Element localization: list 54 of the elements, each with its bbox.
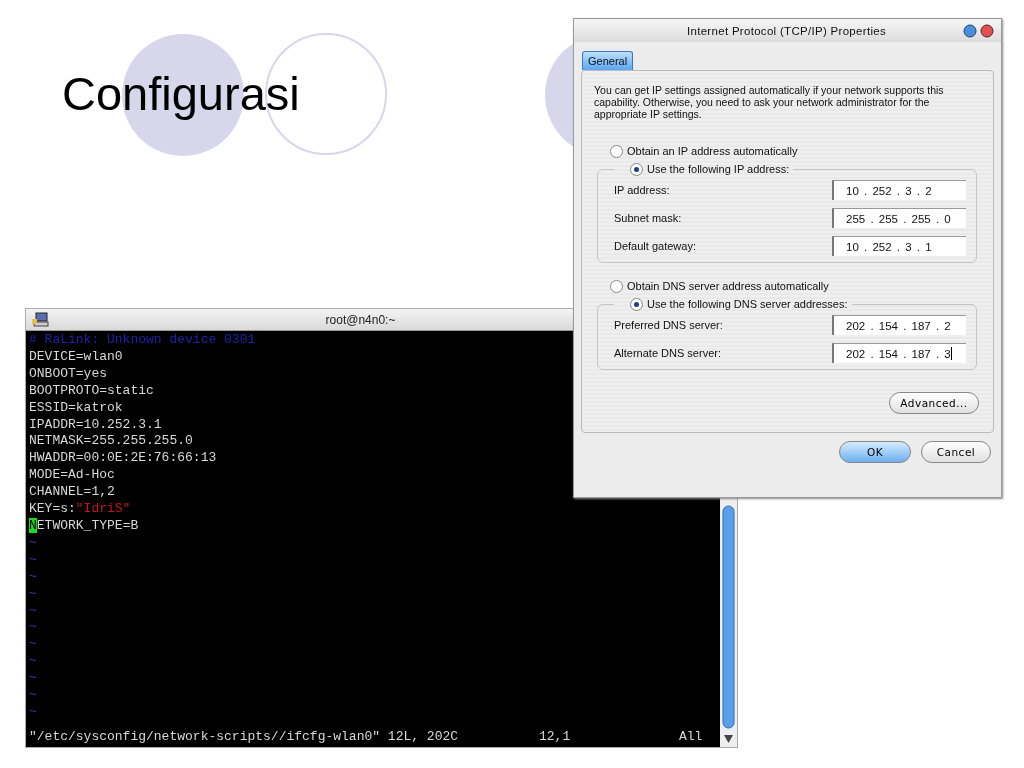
config-line: HWADDR=00:0E:2E:76:66:13 bbox=[29, 450, 217, 468]
config-line: NETMASK=255.255.255.0 bbox=[29, 433, 193, 451]
empty-line-marker: ~ bbox=[29, 602, 37, 620]
empty-line-marker: ~ bbox=[29, 568, 37, 586]
ip-address-field[interactable]: 202 . 154 . 187 . 2 bbox=[832, 315, 966, 335]
radio-button[interactable] bbox=[630, 162, 643, 176]
config-line: IPADDR=10.252.3.1 bbox=[29, 416, 162, 434]
field-label: Preferred DNS server: bbox=[614, 319, 723, 331]
config-line: NETWORK_TYPE=B bbox=[29, 517, 139, 535]
computer-icon bbox=[32, 311, 50, 328]
ip-address-field[interactable]: 10 . 252 . 3 . 2 bbox=[832, 180, 966, 200]
empty-line-marker: ~ bbox=[29, 619, 37, 637]
ip-address-field[interactable]: 10 . 252 . 3 . 1 bbox=[832, 236, 966, 256]
config-line: MODE=Ad-Hoc bbox=[29, 467, 115, 485]
radio-button[interactable] bbox=[630, 297, 643, 311]
radio-button[interactable] bbox=[610, 279, 623, 293]
field-label: Default gateway: bbox=[614, 240, 696, 252]
file-info: "/etc/sysconfig/network-scripts//ifcfg-wlan0" 12L, 202C bbox=[29, 729, 460, 746]
window-title: root@n4n0:~ bbox=[325, 312, 396, 327]
ip-address-field[interactable]: 255 . 255 . 255 . 0 bbox=[832, 208, 966, 228]
empty-line-marker: ~ bbox=[29, 653, 37, 671]
empty-line-marker: ~ bbox=[29, 687, 37, 704]
radio-button[interactable] bbox=[610, 144, 623, 158]
config-line: CHANNEL=1,2 bbox=[29, 484, 115, 502]
advanced-button[interactable]: Advanced... bbox=[889, 392, 979, 414]
empty-line-marker: ~ bbox=[29, 534, 37, 552]
radio-label: Use the following IP address: bbox=[647, 163, 790, 175]
field-label: Alternate DNS server: bbox=[614, 347, 721, 359]
description: You can get IP settings assigned automatically if your network supports this capability. Otherwise, you need to ask your network administrator for the appropriate IP settings. bbox=[594, 84, 945, 120]
dialog-button[interactable]: Cancel bbox=[921, 441, 991, 463]
empty-line-marker: ~ bbox=[29, 551, 37, 569]
config-line: BOOTPROTO=static bbox=[29, 382, 154, 400]
field-label: IP address: bbox=[614, 184, 670, 196]
window-buttons-icon[interactable] bbox=[963, 23, 995, 38]
empty-line-marker: ~ bbox=[29, 585, 37, 603]
config-line: ONBOOT=yes bbox=[29, 365, 107, 383]
dialog-button[interactable]: OK bbox=[839, 441, 911, 463]
slide-title: Configurasi bbox=[62, 66, 300, 121]
field-label: Subnet mask: bbox=[614, 212, 682, 224]
radio-label: Use the following DNS server addresses: bbox=[647, 298, 848, 310]
comment-line: # RaLink: Unknown device 0301 bbox=[29, 332, 256, 349]
cursor-position: 12,1 bbox=[539, 729, 572, 746]
scroll-position: All bbox=[679, 729, 703, 746]
tab[interactable]: General bbox=[582, 51, 634, 70]
window-title: Internet Protocol (TCP/IP) Properties bbox=[686, 24, 887, 37]
radio-label: Obtain DNS server address automatically bbox=[627, 280, 829, 292]
empty-line-marker: ~ bbox=[29, 703, 37, 721]
config-line: KEY=s:"IdriS" bbox=[29, 501, 131, 518]
config-line: ESSID=katrok bbox=[29, 399, 123, 417]
radio-label: Obtain an IP address automatically bbox=[627, 145, 798, 157]
config-line: DEVICE=wlan0 bbox=[29, 348, 123, 366]
ip-address-field[interactable]: 202 . 154 . 187 . 3 bbox=[832, 343, 966, 363]
empty-line-marker: ~ bbox=[29, 670, 37, 688]
empty-line-marker: ~ bbox=[29, 636, 37, 654]
